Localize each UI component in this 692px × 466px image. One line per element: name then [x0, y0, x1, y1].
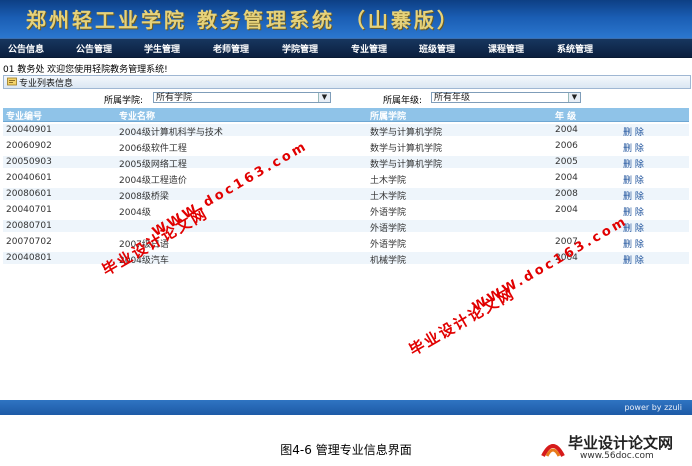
cell-college: 数学与计算机学院: [370, 144, 443, 154]
delete-link[interactable]: 删 除: [623, 157, 644, 170]
nav-item-classes[interactable]: 班级管理: [419, 42, 455, 55]
table-row: 20040901 2004级计算机科学与技术 数学与计算机学院 2004 删 除: [3, 124, 689, 138]
table-row: 20040601 2004级工程造价 土木学院 2004 删 除: [3, 172, 689, 186]
nav-item-majors[interactable]: 专业管理: [351, 42, 387, 55]
nav-item-teachers[interactable]: 老师管理: [213, 42, 249, 55]
cell-college: 外语学院: [370, 208, 407, 218]
list-icon: [7, 77, 17, 86]
college-select-value: 所有学院: [156, 93, 193, 103]
cell-college: 土木学院: [370, 192, 407, 202]
table-header: 专业编号 专业名称 所属学院 年 级: [3, 108, 689, 122]
nav-item-students[interactable]: 学生管理: [144, 42, 180, 55]
logo-text: 毕业设计论文网: [568, 434, 674, 452]
delete-link[interactable]: 删 除: [623, 125, 644, 138]
footer-power-text: power by zzuli: [624, 403, 682, 412]
table-row: 20040701 2004级 外语学院 2004 删 除: [3, 204, 689, 218]
app-banner: 郑州轻工业学院 教务管理系统 （山寨版）: [0, 0, 692, 38]
nav-item-notice-admin[interactable]: 公告管理: [76, 42, 112, 55]
delete-link[interactable]: 删 除: [623, 205, 644, 218]
delete-link[interactable]: 删 除: [623, 189, 644, 202]
nav-item-courses[interactable]: 课程管理: [488, 42, 524, 55]
logo-mark-icon: [541, 444, 565, 457]
college-filter-label: 所属学院:: [104, 96, 144, 106]
chevron-down-icon[interactable]: ▼: [318, 93, 330, 102]
main-nav: 公告信息 公告管理 学生管理 老师管理 学院管理 专业管理 班级管理 课程管理 …: [0, 38, 692, 58]
cell-college: 外语学院: [370, 240, 407, 250]
cell-grade: 2006: [555, 141, 578, 151]
cell-id: 20080601: [6, 189, 52, 199]
cell-id: 20080701: [6, 221, 52, 231]
cell-college: 数学与计算机学院: [370, 128, 443, 138]
table-row: 20060902 2006级软件工程 数学与计算机学院 2006 删 除: [3, 140, 689, 154]
panel-header: 专业列表信息: [3, 75, 691, 89]
nav-item-system[interactable]: 系统管理: [557, 42, 593, 55]
delete-link[interactable]: 删 除: [623, 173, 644, 186]
chevron-down-icon[interactable]: ▼: [568, 93, 580, 102]
cell-college: 土木学院: [370, 176, 407, 186]
cell-grade: 2008: [555, 189, 578, 199]
site-logo: 毕业设计论文网 www.56doc.com: [540, 432, 690, 464]
col-header-id: 专业编号: [6, 112, 43, 122]
table-row: 20050903 2005级网络工程 数学与计算机学院 2005 删 除: [3, 156, 689, 170]
cell-name: 2005级网络工程: [119, 160, 187, 170]
cell-id: 20070702: [6, 237, 52, 247]
cell-grade: 2004: [555, 173, 578, 183]
cell-id: 20040901: [6, 125, 52, 135]
welcome-text: 01 教务处 欢迎您使用轻院教务管理系统!: [3, 65, 168, 75]
nav-item-colleges[interactable]: 学院管理: [282, 42, 318, 55]
cell-college: 机械学院: [370, 256, 407, 266]
cell-name: 2004级计算机科学与技术: [119, 128, 223, 138]
delete-link[interactable]: 删 除: [623, 141, 644, 154]
delete-link[interactable]: 删 除: [623, 253, 644, 266]
col-header-grade: 年 级: [555, 112, 577, 122]
table-row: 20080701 外语学院 删 除: [3, 220, 689, 234]
cell-grade: 2004: [555, 125, 578, 135]
cell-college: 外语学院: [370, 224, 407, 234]
cell-id: 20050903: [6, 157, 52, 167]
grade-select[interactable]: 所有年级 ▼: [431, 92, 581, 103]
table-row: 20080601 2008级桥梁 土木学院 2008 删 除: [3, 188, 689, 202]
cell-name: 2008级桥梁: [119, 192, 169, 202]
delete-link[interactable]: 删 除: [623, 237, 644, 250]
app-title: 郑州轻工业学院 教务管理系统 （山寨版）: [26, 8, 460, 32]
cell-college: 数学与计算机学院: [370, 160, 443, 170]
panel-title: 专业列表信息: [19, 79, 74, 89]
cell-id: 20040801: [6, 253, 52, 263]
grade-filter-label: 所属年级:: [383, 96, 423, 106]
cell-name: 2004级: [119, 208, 151, 218]
nav-item-notice-info[interactable]: 公告信息: [8, 42, 44, 55]
cell-grade: 2004: [555, 205, 578, 215]
logo-url: www.56doc.com: [580, 451, 654, 461]
page-footer: power by zzuli: [0, 400, 692, 415]
college-select[interactable]: 所有学院 ▼: [153, 92, 331, 103]
cell-name: 2004级工程造价: [119, 176, 187, 186]
cell-grade: 2005: [555, 157, 578, 167]
cell-id: 20040601: [6, 173, 52, 183]
cell-name: 2006级软件工程: [119, 144, 187, 154]
col-header-name: 专业名称: [119, 112, 156, 122]
cell-id: 20040701: [6, 205, 52, 215]
col-header-college: 所属学院: [370, 112, 407, 122]
cell-id: 20060902: [6, 141, 52, 151]
grade-select-value: 所有年级: [434, 93, 471, 103]
